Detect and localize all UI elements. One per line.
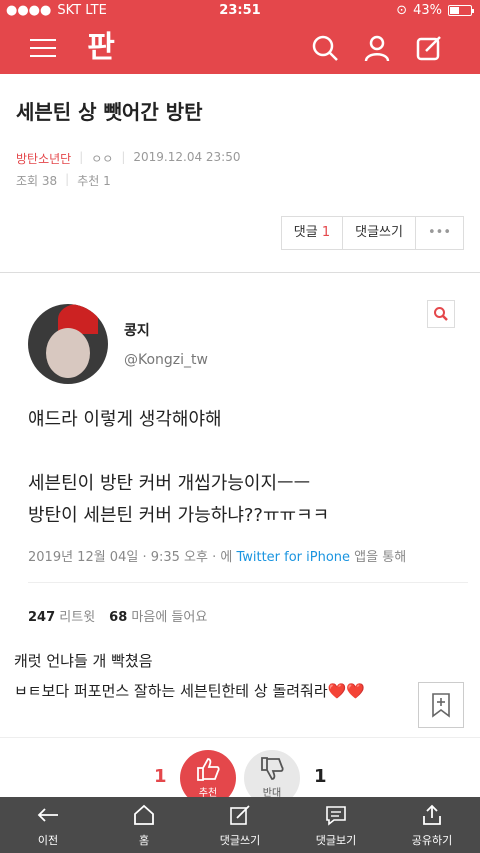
author: ㅇㅇ — [91, 152, 114, 166]
board-link[interactable]: 방탄소년단 — [16, 150, 71, 167]
menu-icon[interactable] — [30, 39, 56, 57]
heart-emoji: ❤️❤️ — [327, 682, 366, 700]
write-comment-button[interactable]: 댓글쓰기 — [343, 217, 416, 249]
thumbs-up-icon — [197, 758, 220, 781]
post-body: 캐럿 언냐들 개 빡쳤음 ㅂㅌ보다 퍼포먼스 잘하는 세븐틴한테 상 돌려줘라❤… — [14, 646, 365, 706]
divider — [0, 272, 480, 273]
edit-icon[interactable] — [414, 33, 444, 63]
home-button[interactable]: 홈 — [96, 797, 192, 853]
logo[interactable]: 판 — [84, 28, 118, 68]
post-title: 세븐틴 상 뺏어간 방탄 — [16, 100, 203, 124]
tweet-date: 2019년 12월 04일 · 9:35 오후 · 에 Twitter for … — [28, 550, 407, 565]
down-count: 1 — [314, 766, 327, 787]
comment-icon — [326, 806, 346, 826]
body-line: ㅂㅌ보다 퍼포먼스 잘하는 세븐틴한테 상 돌려줘라 — [14, 682, 328, 700]
image-search-button[interactable] — [427, 300, 455, 328]
comments-button[interactable]: 댓글 1 — [282, 217, 344, 249]
more-button[interactable]: ••• — [416, 217, 463, 249]
rotation-lock-icon: ⊙ — [396, 3, 408, 18]
tweet-source[interactable]: Twitter for iPhone — [236, 550, 350, 565]
tweet-handle: @Kongzi_tw — [124, 352, 208, 368]
thumbs-down-icon — [261, 757, 284, 780]
user-icon[interactable] — [362, 33, 392, 63]
up-count: 1 — [154, 766, 167, 787]
view-comments-nav[interactable]: 댓글보기 — [288, 797, 384, 853]
back-arrow-icon — [37, 808, 58, 822]
body-line: 캐럿 언냐들 개 빡쳤음 — [14, 652, 153, 670]
tweet-name: 콩지 — [124, 323, 150, 339]
comment-actions: 댓글 1 댓글쓰기 ••• — [280, 216, 464, 250]
search-icon — [434, 307, 448, 321]
status-bar: ●●●● SKT LTE 23:51 ⊙ 43% — [0, 0, 480, 22]
home-icon — [134, 804, 154, 825]
search-icon[interactable] — [310, 33, 340, 63]
write-comment-nav[interactable]: 댓글쓰기 — [192, 797, 288, 853]
share-button[interactable]: 공유하기 — [384, 797, 480, 853]
battery-icon — [448, 5, 474, 16]
view-count: 조회 38 — [16, 174, 58, 188]
back-button[interactable]: 이전 — [0, 797, 96, 853]
tweet-text: 얘드라 이렇게 생각해야해 세븐틴이 방탄 커버 개씹가능이지ㅡㅡ 방탄이 세븐… — [28, 409, 330, 526]
top-bar: 판 — [0, 22, 480, 74]
bookmark-icon — [432, 693, 450, 718]
bookmark-button[interactable] — [418, 682, 464, 728]
avatar — [28, 304, 108, 384]
share-icon — [423, 804, 441, 825]
post-date: 2019.12.04 23:50 — [133, 150, 241, 164]
battery-percent: 43% — [413, 3, 442, 18]
bottom-bar: 이전 홈 댓글쓰기 댓글보기 공유하기 — [0, 797, 480, 853]
vote-area: 1 추천 반대 1 — [0, 748, 480, 806]
tweet-stats: 247 리트윗 68 마음에 들어요 — [28, 610, 208, 625]
recommend-count: 추천 1 — [77, 174, 111, 188]
pencil-icon — [230, 805, 250, 825]
